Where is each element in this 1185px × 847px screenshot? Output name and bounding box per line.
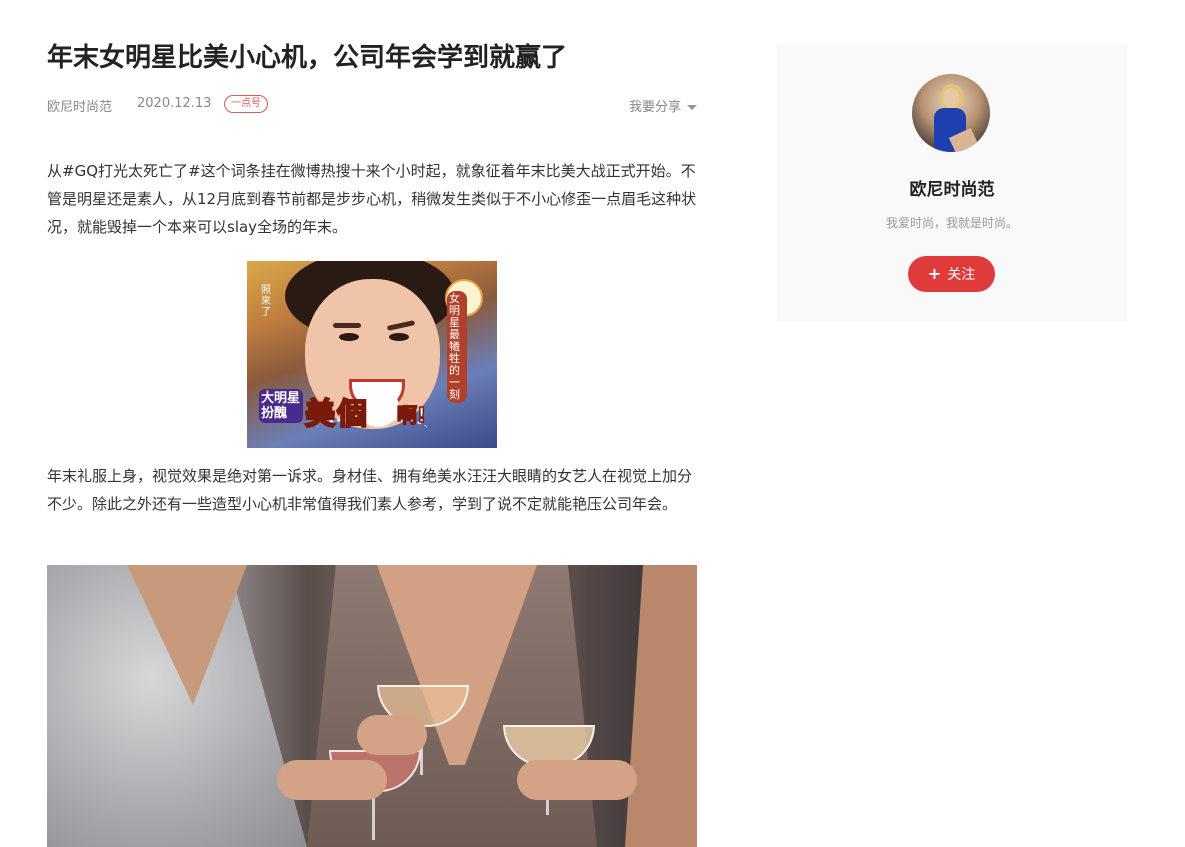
image-caption-end: 啊! [396, 402, 427, 428]
author-link[interactable]: 欧尼时尚范 [47, 96, 112, 115]
follow-button[interactable]: + 关注 [908, 256, 995, 292]
image-eye-shape [389, 333, 409, 341]
follow-label: 关注 [947, 267, 976, 283]
publish-date: 2020.12.13 [137, 96, 212, 111]
image-hand [357, 715, 427, 755]
image-eye-shape [339, 333, 359, 341]
image-caption-badge: 大明星 扮醜 [259, 389, 303, 423]
article-image-toast [47, 565, 697, 847]
chevron-down-icon [687, 105, 697, 110]
image-hand [277, 760, 387, 800]
article-title: 年末女明星比美小心机，公司年会学到就赢了 [47, 43, 568, 73]
paragraph-1: 从#GQ打光太死亡了#这个词条挂在微博热搜十来个小时起，就象征着年末比美大战正式… [47, 162, 697, 236]
image-caption-main: 美個 [304, 396, 369, 433]
image-hand [517, 760, 637, 800]
source-badge: 一点号 [224, 95, 268, 113]
plus-icon: + [927, 264, 942, 283]
author-description: 我爱时尚，我就是时尚。 [885, 216, 1018, 230]
author-card: 欧尼时尚范 我爱时尚，我就是时尚。 + 关注 [777, 44, 1127, 321]
paragraph-2: 年末礼服上身，视觉效果是绝对第一诉求。身材佳、拥有绝美水汪汪大眼睛的女艺人在视觉… [47, 467, 693, 513]
article-meta: 欧尼时尚范 2020.12.13 一点号 我要分享 [47, 95, 697, 115]
author-avatar[interactable] [912, 74, 990, 152]
image-side-caption-left: 照來了 [261, 285, 271, 318]
share-button[interactable]: 我要分享 [629, 96, 697, 115]
image-arm-right [625, 565, 697, 847]
author-name[interactable]: 欧尼时尚范 [777, 175, 1127, 200]
article-image-variety-show: 照來了 女明星最犧牲的一刻 大明星 扮醜 美個 啊! [247, 261, 497, 448]
image-side-caption-right: 女明星最犧牲的一刻 [447, 291, 467, 403]
avatar-head-shape [943, 88, 959, 108]
share-label: 我要分享 [628, 100, 681, 115]
image-brow-shape [333, 323, 361, 328]
